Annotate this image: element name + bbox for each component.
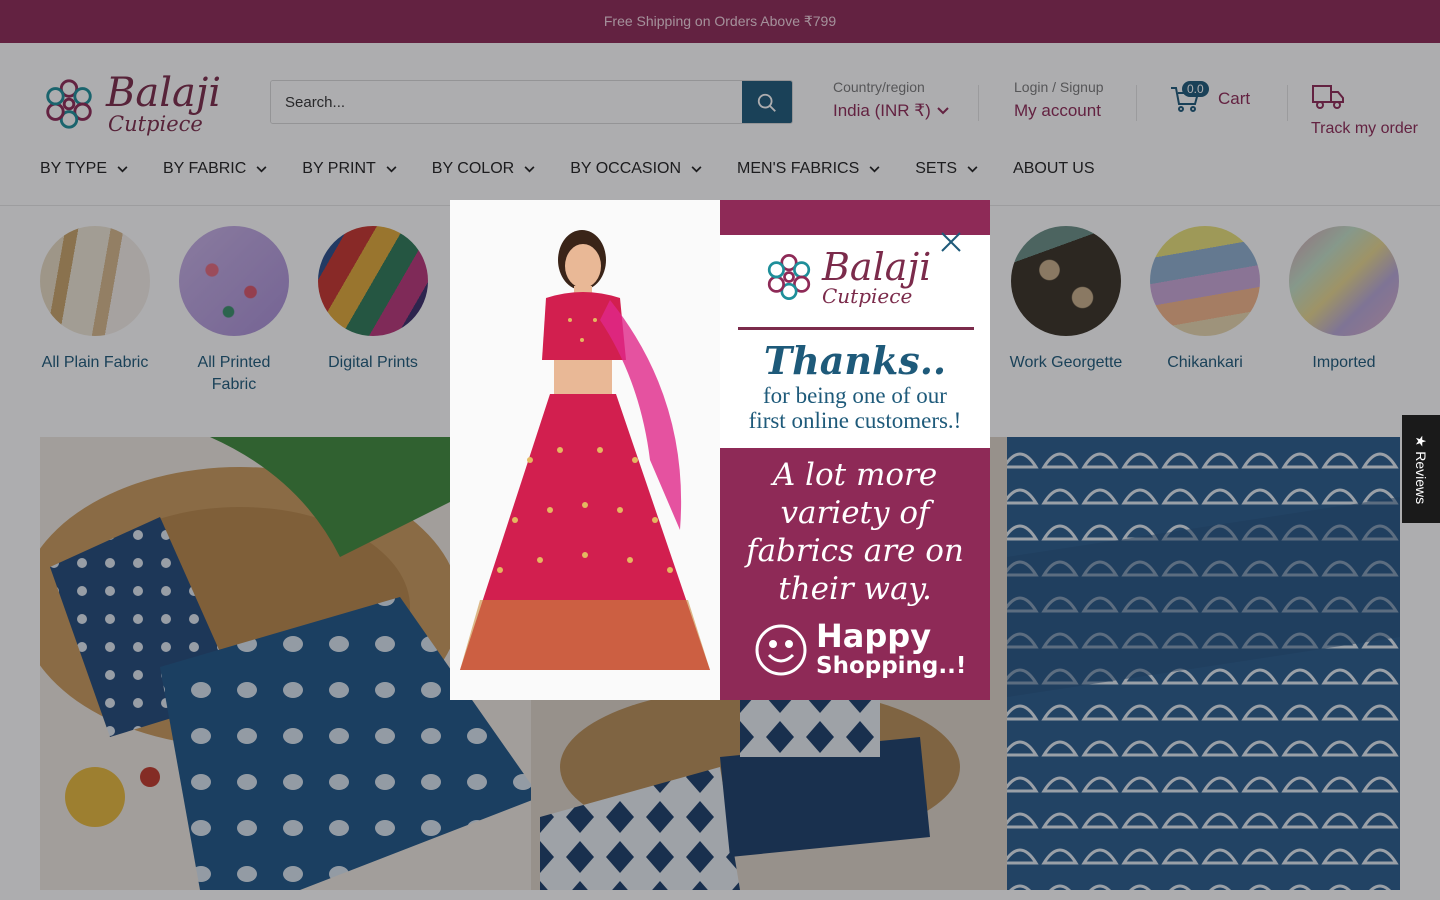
popup-happy-shopping: Happy Shopping..! [754, 620, 966, 680]
smiley-icon [755, 624, 807, 676]
popup-thanks-heading: Thanks.. [763, 338, 947, 383]
happy-text: Happy [816, 617, 932, 655]
popup-message-panel: Balaji Cutpiece Thanks.. for being one o… [720, 200, 990, 700]
variety-line: their way. [778, 571, 932, 607]
variety-line: variety of [780, 495, 930, 531]
logo-mark-icon [767, 254, 811, 300]
close-icon [941, 232, 961, 252]
welcome-popup: Balaji Cutpiece Thanks.. for being one o… [450, 200, 990, 700]
popup-model-image [450, 200, 720, 700]
variety-line: fabrics are on [746, 533, 964, 569]
popup-logo: Balaji Cutpiece [762, 248, 931, 306]
popup-top-band [720, 200, 990, 235]
shopping-text: Shopping..! [816, 653, 967, 679]
popup-divider [738, 327, 974, 330]
thanks-line: first online customers.! [748, 408, 962, 433]
reviews-tab-label: ★ Reviews [1413, 434, 1430, 504]
popup-logo-wordmark: Balaji [822, 245, 932, 289]
reviews-side-tab[interactable]: ★ Reviews [1402, 415, 1440, 523]
popup-variety-message: A lot more variety of fabrics are on the… [720, 456, 990, 608]
popup-close-button[interactable] [940, 231, 962, 253]
lehenga-illustration [450, 200, 720, 700]
variety-line: A lot more [772, 457, 938, 493]
popup-logo-subtitle: Cutpiece [822, 284, 913, 308]
thanks-line: for being one of our [763, 383, 947, 408]
popup-thanks-message: for being one of our first online custom… [720, 383, 990, 433]
